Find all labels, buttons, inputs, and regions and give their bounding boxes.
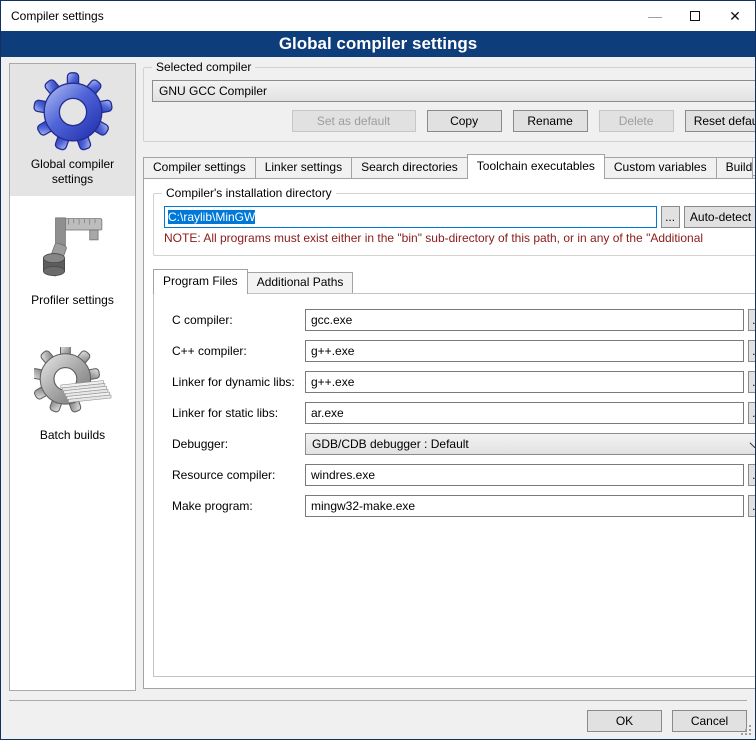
tab-toolchain-executables[interactable]: Toolchain executables xyxy=(467,154,605,179)
sidebar-item-batch-builds[interactable]: Batch builds xyxy=(10,339,135,452)
make-program-browse-button[interactable]: ... xyxy=(748,495,756,517)
program-files-form: C compiler: ... C++ compiler: ... Linker… xyxy=(163,307,756,517)
reset-defaults-button[interactable]: Reset defaults xyxy=(685,110,756,132)
dynamic-linker-label: Linker for dynamic libs: xyxy=(165,375,305,389)
minimize-icon: — xyxy=(648,8,662,24)
ok-button[interactable]: OK xyxy=(587,710,662,732)
delete-button: Delete xyxy=(599,110,674,132)
subtab-additional-paths[interactable]: Additional Paths xyxy=(247,272,354,293)
c-compiler-input[interactable] xyxy=(305,309,744,331)
blue-gear-icon xyxy=(33,72,113,152)
debugger-select-value: GDB/CDB debugger : Default xyxy=(312,437,751,451)
maximize-button[interactable] xyxy=(675,1,715,31)
window-controls: — ✕ xyxy=(635,1,755,31)
debugger-label: Debugger: xyxy=(165,437,305,451)
auto-detect-button[interactable]: Auto-detect xyxy=(684,206,756,228)
subtab-strip: Program Files Additional Paths xyxy=(153,269,756,293)
sidebar-item-label: Global compiler settings xyxy=(10,157,135,196)
static-linker-input[interactable] xyxy=(305,402,744,424)
minimize-button[interactable]: — xyxy=(635,1,675,31)
static-linker-label: Linker for static libs: xyxy=(165,406,305,420)
sidebar-item-label: Batch builds xyxy=(10,428,135,452)
compiler-actions: Set as default Copy Rename Delete Reset … xyxy=(152,110,756,132)
program-files-notebook: Program Files Additional Paths C compile… xyxy=(153,269,756,677)
rename-button[interactable]: Rename xyxy=(513,110,588,132)
title-bar: Compiler settings — ✕ xyxy=(1,1,755,31)
debugger-select[interactable]: GDB/CDB debugger : Default xyxy=(305,433,756,455)
tab-compiler-settings[interactable]: Compiler settings xyxy=(143,157,256,178)
tab-search-directories[interactable]: Search directories xyxy=(351,157,468,178)
settings-notebook: Compiler settings Linker settings Search… xyxy=(143,154,756,689)
copy-button[interactable]: Copy xyxy=(427,110,502,132)
window-title: Compiler settings xyxy=(1,9,104,23)
install-dir-input[interactable]: C:\raylib\MinGW xyxy=(164,206,657,228)
subtab-program-files[interactable]: Program Files xyxy=(153,269,248,294)
program-files-page: C compiler: ... C++ compiler: ... Linker… xyxy=(153,293,756,677)
close-icon: ✕ xyxy=(729,8,741,25)
static-linker-browse-button[interactable]: ... xyxy=(748,402,756,424)
resource-compiler-input[interactable] xyxy=(305,464,744,486)
cpp-compiler-input[interactable] xyxy=(305,340,744,362)
selected-text: C:\raylib\MinGW xyxy=(168,210,255,224)
install-dir-note: NOTE: All programs must exist either in … xyxy=(164,231,756,245)
tab-strip: Compiler settings Linker settings Search… xyxy=(143,154,756,178)
cpp-compiler-browse-button[interactable]: ... xyxy=(748,340,756,362)
group-label: Selected compiler xyxy=(152,60,255,74)
compiler-select[interactable]: GNU GCC Compiler xyxy=(152,80,756,102)
cpp-compiler-label: C++ compiler: xyxy=(165,344,305,358)
c-compiler-browse-button[interactable]: ... xyxy=(748,309,756,331)
gray-gear-stack-icon xyxy=(34,347,112,423)
sidebar-item-global-compiler-settings[interactable]: Global compiler settings xyxy=(10,64,135,196)
resource-compiler-browse-button[interactable]: ... xyxy=(748,464,756,486)
resource-compiler-label: Resource compiler: xyxy=(165,468,305,482)
compiler-settings-dialog: Compiler settings — ✕ Global compiler se… xyxy=(0,0,756,740)
compiler-select-value: GNU GCC Compiler xyxy=(159,84,756,98)
sidebar-item-profiler-settings[interactable]: Profiler settings xyxy=(10,202,135,317)
make-program-label: Make program: xyxy=(165,499,305,513)
selected-compiler-group: Selected compiler GNU GCC Compiler Set a… xyxy=(143,67,756,142)
settings-category-list: Global compiler settings xyxy=(9,63,136,691)
dialog-footer: OK Cancel xyxy=(9,700,747,732)
maximize-icon xyxy=(690,11,700,21)
dynamic-linker-input[interactable] xyxy=(305,371,744,393)
resize-grip[interactable] xyxy=(740,724,753,737)
tab-linker-settings[interactable]: Linker settings xyxy=(255,157,352,178)
caliper-icon xyxy=(35,210,111,288)
cancel-button[interactable]: Cancel xyxy=(672,710,747,732)
set-as-default-button: Set as default xyxy=(292,110,416,132)
dynamic-linker-browse-button[interactable]: ... xyxy=(748,371,756,393)
c-compiler-label: C compiler: xyxy=(165,313,305,327)
sidebar-item-label: Profiler settings xyxy=(10,293,135,317)
banner: Global compiler settings xyxy=(1,31,755,57)
make-program-input[interactable] xyxy=(305,495,744,517)
browse-install-dir-button[interactable]: ... xyxy=(661,206,680,228)
group-label: Compiler's installation directory xyxy=(162,186,336,200)
tab-build-options[interactable]: Build options xyxy=(716,157,753,178)
tab-custom-variables[interactable]: Custom variables xyxy=(604,157,717,178)
toolchain-executables-page: Compiler's installation directory C:\ray… xyxy=(143,178,756,689)
banner-title: Global compiler settings xyxy=(279,34,477,54)
tab-scroll-left-button[interactable]: ◄ xyxy=(752,157,756,176)
close-button[interactable]: ✕ xyxy=(715,1,755,31)
installation-directory-group: Compiler's installation directory C:\ray… xyxy=(153,193,756,256)
